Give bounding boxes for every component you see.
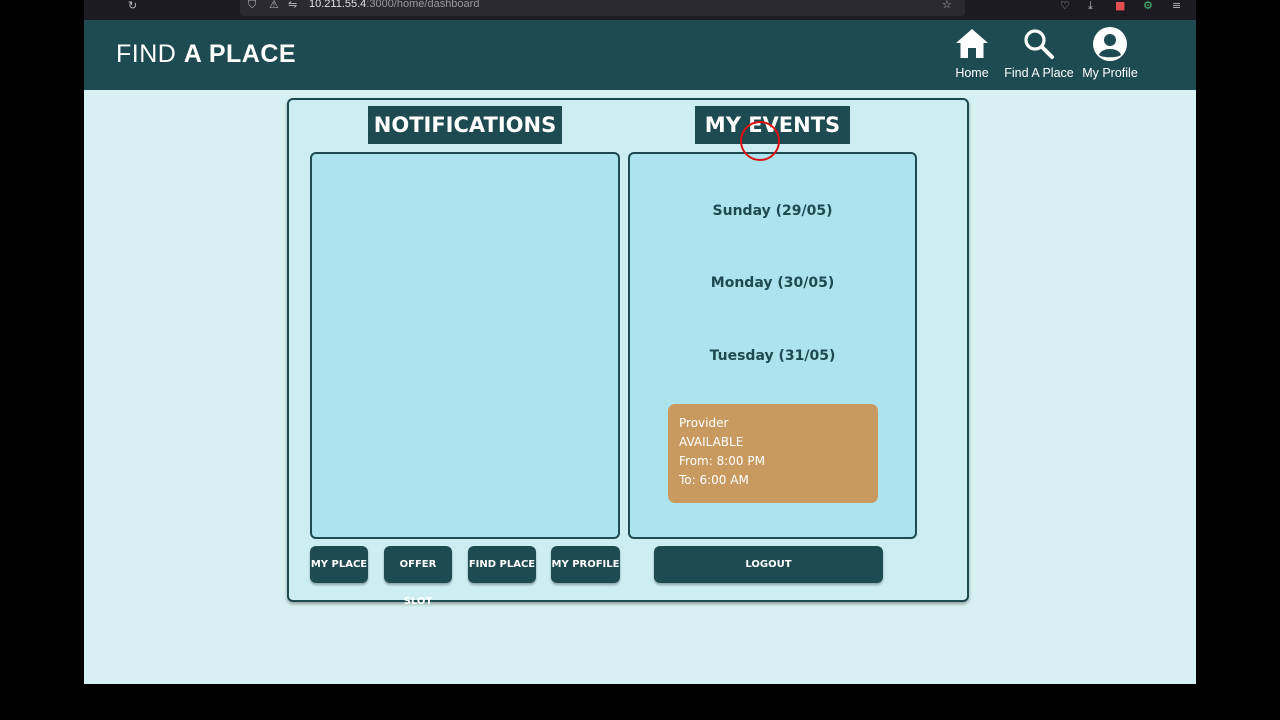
logout-button[interactable]: LOGOUT [654, 546, 883, 583]
nav-find-a-place-label: Find A Place [1004, 66, 1074, 80]
notifications-panel[interactable] [310, 152, 620, 539]
notifications-title: NOTIFICATIONS [368, 106, 562, 144]
find-place-button[interactable]: FIND PLACE [468, 546, 536, 583]
brand-logo[interactable]: FIND A PLACE [116, 40, 296, 69]
click-indicator [740, 121, 780, 161]
nav-find-a-place[interactable]: Find A Place [1002, 26, 1076, 80]
extension-icon[interactable]: ■ [1115, 0, 1125, 12]
window-edge: → [0, 0, 109, 20]
shield-icon[interactable]: ⛉ [248, 0, 256, 11]
user-icon [1093, 27, 1127, 61]
extension-2-icon[interactable]: ⚙ [1143, 0, 1153, 12]
slot-to: To: 6:00 AM [679, 473, 749, 487]
slot-from: From: 8:00 PM [679, 454, 765, 468]
bookmark-star-icon[interactable]: ☆ [942, 0, 952, 11]
url-text[interactable]: 10.211.55.4:3000/home/dashboard [309, 0, 479, 10]
events-panel[interactable]: Sunday (29/05) Monday (30/05) Tuesday (3… [628, 152, 917, 539]
home-icon [956, 29, 988, 58]
address-bar[interactable]: ⛉ ⚠ ⇋ 10.211.55.4:3000/home/dashboard ☆ [240, 0, 965, 16]
offer-slot-button[interactable]: OFFER SLOT [384, 546, 452, 607]
dashboard-card: NOTIFICATIONS MY EVENTS Sunday (29/05) M… [287, 98, 969, 607]
nav-my-profile[interactable]: My Profile [1080, 26, 1140, 80]
nav-my-profile-label: My Profile [1082, 66, 1138, 80]
nav-home[interactable]: Home [950, 26, 994, 80]
day-tuesday: Tuesday (31/05) [709, 348, 836, 364]
my-profile-button[interactable]: MY PROFILE [551, 546, 620, 583]
slot-role: Provider [679, 416, 729, 430]
event-slot-card[interactable]: Provider AVAILABLE From: 8:00 PM To: 6:0… [668, 404, 878, 503]
menu-icon[interactable]: ≡ [1172, 0, 1181, 12]
search-icon [1024, 29, 1054, 59]
insecure-lock-icon[interactable]: ⚠ [269, 0, 279, 11]
nav-home-label: Home [955, 66, 989, 80]
pocket-icon[interactable]: ♡ [1060, 0, 1070, 12]
reload-icon[interactable]: ↻ [128, 0, 137, 12]
connection-icon[interactable]: ⇋ [288, 0, 297, 11]
day-monday: Monday (30/05) [710, 275, 835, 291]
day-sunday: Sunday (29/05) [712, 203, 833, 219]
browser-toolbar: ↻ ⛉ ⚠ ⇋ 10.211.55.4:3000/home/dashboard … [84, 0, 1196, 20]
slot-status: AVAILABLE [679, 435, 744, 449]
my-place-button[interactable]: MY PLACE [310, 546, 368, 583]
download-icon[interactable]: ⤓ [1088, 0, 1093, 12]
app-header: FIND A PLACE Home Find A Place My Profil… [84, 20, 1196, 90]
app-viewport: FIND A PLACE Home Find A Place My Profil… [84, 20, 1196, 684]
